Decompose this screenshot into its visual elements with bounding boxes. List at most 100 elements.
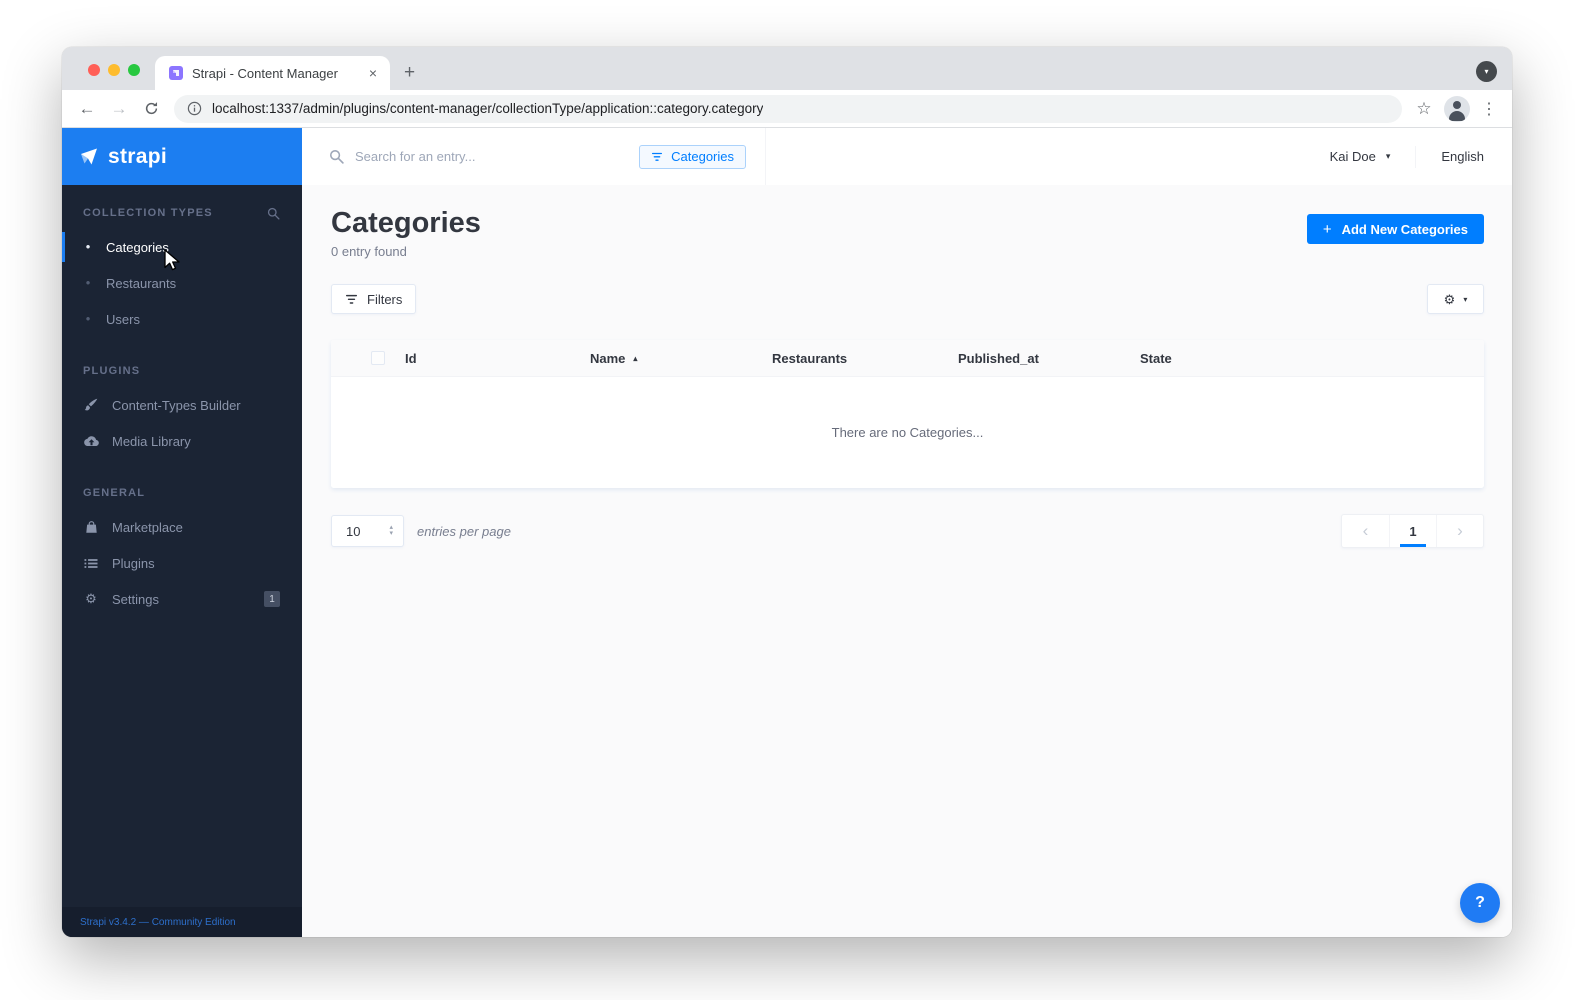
gear-icon: ⚙ bbox=[1443, 291, 1456, 307]
search-input[interactable] bbox=[355, 149, 545, 164]
stepper-icon: ▴ ▾ bbox=[389, 524, 393, 537]
filter-icon bbox=[345, 294, 358, 305]
brush-icon bbox=[83, 398, 99, 412]
minimize-window-button[interactable] bbox=[108, 64, 120, 76]
header-divider bbox=[1415, 145, 1417, 168]
add-new-categories-button[interactable]: + Add New Categories bbox=[1306, 214, 1484, 244]
title-row: Categories 0 entry found + Add New Categ… bbox=[331, 207, 1484, 259]
browser-tab[interactable]: Strapi - Content Manager × bbox=[155, 56, 390, 90]
url-bar[interactable]: localhost:1337/admin/plugins/content-man… bbox=[174, 94, 1402, 123]
tab-search-button[interactable]: ▾ bbox=[1476, 61, 1497, 82]
previous-page-button[interactable]: ‹ bbox=[1342, 515, 1389, 547]
strapi-app: strapi COLLECTION TYPES • Categories • R… bbox=[62, 128, 1512, 937]
per-page-value: 10 bbox=[346, 523, 361, 539]
user-name: Kai Doe bbox=[1329, 149, 1376, 164]
browser-window: Strapi - Content Manager × + ▾ ← → local… bbox=[62, 47, 1512, 937]
sidebar-item-media-library[interactable]: Media Library bbox=[62, 423, 302, 459]
page-number-button[interactable]: 1 bbox=[1389, 515, 1436, 547]
reload-icon[interactable] bbox=[136, 94, 166, 124]
search-icon[interactable] bbox=[267, 207, 280, 220]
sidebar-item-categories[interactable]: • Categories bbox=[62, 229, 302, 265]
bookmark-icon[interactable]: ☆ bbox=[1410, 99, 1438, 119]
section-general: GENERAL Marketplace Plugins ⚙ Settings 1 bbox=[62, 481, 302, 617]
sidebar-item-label: Content-Types Builder bbox=[112, 397, 241, 413]
sidebar-item-label: Settings bbox=[112, 591, 159, 607]
select-all-checkbox[interactable] bbox=[371, 351, 385, 365]
header-right: Kai Doe ▾ English bbox=[766, 128, 1512, 185]
page-title: Categories bbox=[331, 207, 481, 239]
pagination-row: 10 ▴ ▾ entries per page ‹ 1 › bbox=[331, 514, 1484, 548]
sidebar-item-content-types-builder[interactable]: Content-Types Builder bbox=[62, 387, 302, 423]
browser-menu-icon[interactable]: ⋮ bbox=[1476, 99, 1502, 119]
column-header-published-at[interactable]: Published_at bbox=[958, 351, 1140, 366]
filter-chip-label: Categories bbox=[671, 149, 734, 164]
next-page-button[interactable]: › bbox=[1436, 515, 1483, 547]
tab-close-icon[interactable]: × bbox=[366, 65, 380, 81]
browser-tab-strip: Strapi - Content Manager × + ▾ bbox=[62, 47, 1512, 90]
tab-title: Strapi - Content Manager bbox=[192, 65, 338, 81]
sidebar-item-label: Plugins bbox=[112, 555, 155, 571]
info-icon[interactable] bbox=[187, 101, 202, 116]
strapi-logo-text: strapi bbox=[108, 144, 167, 168]
bullet-icon: • bbox=[85, 239, 91, 254]
filter-chip-categories[interactable]: Categories bbox=[639, 144, 746, 169]
sidebar-item-label: Categories bbox=[106, 239, 169, 255]
filter-icon bbox=[652, 152, 663, 161]
sidebar-item-marketplace[interactable]: Marketplace bbox=[62, 509, 302, 545]
column-header-state[interactable]: State bbox=[1140, 351, 1484, 366]
sidebar-item-label: Media Library bbox=[112, 433, 191, 449]
user-menu[interactable]: Kai Doe ▾ bbox=[1330, 149, 1391, 164]
column-header-name[interactable]: Name ▴ bbox=[590, 351, 772, 366]
sidebar: strapi COLLECTION TYPES • Categories • R… bbox=[62, 128, 302, 937]
sidebar-item-label: Users bbox=[106, 311, 140, 327]
column-header-restaurants[interactable]: Restaurants bbox=[772, 351, 958, 366]
table-body: There are no Categories... bbox=[331, 377, 1484, 488]
table-settings-button[interactable]: ⚙ ▾ bbox=[1427, 284, 1484, 314]
strapi-favicon-icon bbox=[169, 66, 183, 80]
bullet-icon: • bbox=[85, 311, 91, 326]
shopping-bag-icon bbox=[83, 520, 99, 534]
plus-icon: + bbox=[1322, 220, 1332, 238]
strapi-logo[interactable]: strapi bbox=[62, 128, 302, 185]
sidebar-item-restaurants[interactable]: • Restaurants bbox=[62, 265, 302, 301]
sidebar-item-settings[interactable]: ⚙ Settings 1 bbox=[62, 581, 302, 617]
column-header-id[interactable]: Id bbox=[405, 351, 590, 366]
section-title: GENERAL bbox=[83, 487, 146, 499]
app-header: Categories Kai Doe ▾ English bbox=[302, 128, 1512, 185]
cloud-upload-icon bbox=[83, 434, 99, 449]
filters-button[interactable]: Filters bbox=[331, 284, 417, 314]
section-title: PLUGINS bbox=[83, 365, 141, 377]
chevron-down-icon: ▾ bbox=[1463, 294, 1468, 304]
chevron-left-icon: ‹ bbox=[1362, 521, 1369, 540]
sidebar-item-users[interactable]: • Users bbox=[62, 301, 302, 337]
per-page-control: 10 ▴ ▾ entries per page bbox=[331, 515, 511, 547]
strapi-logo-icon bbox=[81, 148, 97, 164]
list-icon bbox=[83, 557, 99, 570]
chevron-down-icon: ▾ bbox=[1385, 151, 1391, 161]
sidebar-item-label: Marketplace bbox=[112, 519, 183, 535]
entry-search-bar[interactable]: Categories bbox=[302, 128, 766, 185]
sidebar-footer-version[interactable]: Strapi v3.4.2 — Community Edition bbox=[62, 907, 302, 937]
help-button[interactable]: ? bbox=[1460, 883, 1500, 923]
per-page-select[interactable]: 10 ▴ ▾ bbox=[331, 515, 404, 547]
new-tab-button[interactable]: + bbox=[390, 56, 429, 90]
chevron-right-icon: › bbox=[1457, 521, 1463, 540]
search-icon bbox=[329, 149, 344, 164]
sidebar-item-label: Restaurants bbox=[106, 275, 177, 291]
browser-toolbar: ← → localhost:1337/admin/plugins/content… bbox=[62, 90, 1512, 128]
section-collection-types: COLLECTION TYPES • Categories • Restaura… bbox=[62, 201, 302, 337]
controls-row: Filters ⚙ ▾ bbox=[331, 284, 1484, 314]
forward-icon[interactable]: → bbox=[104, 94, 134, 124]
back-icon[interactable]: ← bbox=[72, 94, 102, 124]
browser-profile-avatar[interactable] bbox=[1444, 95, 1470, 122]
close-window-button[interactable] bbox=[88, 64, 100, 76]
add-button-label: Add New Categories bbox=[1341, 221, 1468, 237]
filters-button-label: Filters bbox=[367, 291, 403, 307]
sort-asc-icon: ▴ bbox=[633, 353, 638, 363]
entry-count: 0 entry found bbox=[331, 244, 407, 259]
zoom-window-button[interactable] bbox=[128, 64, 140, 76]
sidebar-item-plugins[interactable]: Plugins bbox=[62, 545, 302, 581]
section-plugins: PLUGINS Content-Types Builder Media Libr… bbox=[62, 359, 302, 459]
language-selector[interactable]: English bbox=[1441, 149, 1484, 164]
main-panel: Categories Kai Doe ▾ English Categories bbox=[302, 128, 1512, 937]
